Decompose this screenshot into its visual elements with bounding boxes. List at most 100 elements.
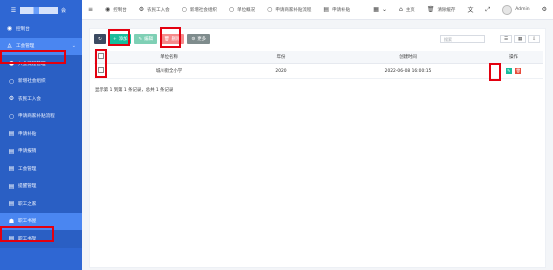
table-toolbar: ↻ + 添加 ✎ 编辑 🗑 删除 ⚙ 更多 [94,34,211,44]
gear-icon: ⚙ [541,6,547,13]
sidebar-item-apply-subsidy[interactable]: ▤ 申请补贴 [0,125,82,143]
edit-button[interactable]: ✎ 编辑 [134,34,157,44]
topbar-tab-migrant-worker[interactable]: ⚙ 农民工入会 [133,6,176,13]
user-menu[interactable]: Admin [496,4,535,15]
sidebar: ☰ 会 ◉ 控制台 ♙ 工会管理 ⌄ ● 入会流程管理 ○ 新增社会组织 ⚙ 农… [0,0,82,270]
fullscreen-button[interactable]: ⤢ [479,6,496,14]
home-icon: ⌂ [399,6,403,13]
topbar-tab-label: 申请商家补贴流程 [275,7,312,13]
export-button[interactable]: ⇩ [528,35,540,43]
sidebar-item-dashboard[interactable]: ◉ 控制台 [0,20,82,38]
topbar-tab-label: 单位概况 [237,7,256,13]
chevron-down-icon: ⌄ [71,43,76,50]
topbar-tab-social-org[interactable]: ○ 新增社会组织 [176,6,223,13]
file-icon: ▤ [8,147,15,155]
pagination-summary: 显示第 1 到第 1 条记录，总共 1 条记录 [95,88,174,93]
menu-icon: ≡ [88,6,94,13]
file-icon: ▤ [8,200,15,208]
circle-icon: ○ [267,6,273,13]
brand-logo[interactable]: ☰ 会 [0,0,82,20]
select-all-cell [94,51,108,64]
columns-button[interactable]: ▦ [514,35,526,43]
topbar-tab-label: 农民工入会 [147,7,170,13]
sidebar-item-workers-bookshelf[interactable]: ▤ 职工书架 [0,230,82,248]
home-label: 主页 [405,7,415,13]
add-button[interactable]: + 添加 [109,34,132,44]
cell-unit-name: 城川街全小学 [108,63,230,79]
sidebar-item-label: 提醒管理 [18,184,37,190]
file-icon: ▤ [8,165,15,173]
topbar-right: ▦ ⌄ ⌂ 主页 🗑 清除缓存 文 ⤢ Admin ⚙ [367,4,553,15]
edit-button-label: 编辑 [144,37,153,42]
main-content: ↻ + 添加 ✎ 编辑 🗑 删除 ⚙ 更多 搜索 ☰ ▦ ⇩ 单位名称 年份 创… [89,28,546,268]
sidebar-item-workers-library[interactable]: ☗ 职工书屋 [0,212,82,230]
column-header-actions: 操作 [484,51,543,64]
sidebar-item-label: 申请商家补贴流程 [18,114,55,120]
topbar-tab-merchant-subsidy[interactable]: ○ 申请商家补贴流程 [261,6,317,13]
sidebar-item-workers-home[interactable]: ▤ 职工之家 [0,195,82,213]
sidebar-item-migrant-worker-join[interactable]: ⚙ 农民工入会 [0,90,82,108]
table-tools: ☰ ▦ ⇩ [500,35,540,43]
brand-logo-mark [20,6,58,14]
circle-icon: ○ [8,77,15,85]
user-group-icon: ♙ [6,42,13,50]
add-button-label: 添加 [118,37,128,42]
file-icon: ▤ [8,235,15,243]
sidebar-item-label: 工会管理 [18,166,37,172]
tabs-dropdown-button[interactable]: ▦ ⌄ [367,6,393,13]
select-all-checkbox[interactable] [98,53,104,59]
topbar-menu-button[interactable]: ≡ [82,6,99,13]
sidebar-item-union-admin[interactable]: ▤ 工会管理 [0,160,82,178]
sidebar-item-apply-reimbursement[interactable]: ▤ 申请报销 [0,142,82,160]
table-row[interactable]: 城川街全小学 2020 2022-06-08 16:00:15 ✎ 🗑 [94,63,543,79]
more-icon: ⚙ [191,36,196,42]
book-icon: ☗ [8,217,15,225]
clear-cache-button[interactable]: 🗑 清除缓存 [421,6,462,13]
trash-icon: 🗑 [426,6,435,13]
file-icon: ▤ [8,182,15,190]
toggle-view-button[interactable]: ☰ [500,35,512,43]
user-icon: ● [8,60,15,68]
sidebar-item-label: 入会流程管理 [18,61,46,67]
sidebar-item-union-management[interactable]: ♙ 工会管理 ⌄ [0,37,82,55]
cell-year: 2020 [230,63,332,79]
circle-icon: ○ [181,6,187,13]
row-delete-button[interactable]: 🗑 [515,68,522,74]
language-icon: 文 [467,7,474,14]
refresh-button[interactable]: ↻ [94,34,106,44]
list-icon: ☰ [503,36,509,42]
gear-icon: ⚙ [8,95,15,103]
trash-icon: 🗑 [163,36,170,42]
search-input[interactable]: 搜索 [440,35,485,43]
column-header-created-time[interactable]: 创建时间 [332,51,484,64]
sidebar-item-reminder[interactable]: ▤ 提醒管理 [0,177,82,195]
column-header-year[interactable]: 年份 [230,51,332,64]
language-button[interactable]: 文 [461,5,479,14]
sidebar-item-label: 控制台 [16,26,30,32]
topbar-tab-subsidy[interactable]: ▤ 申请补贴 [317,6,356,13]
row-checkbox[interactable] [98,67,104,73]
dashboard-icon: ◉ [105,6,111,13]
row-edit-button[interactable]: ✎ [505,68,512,74]
sidebar-item-label: 职工书屋 [18,219,37,225]
export-icon: ⇩ [532,36,536,42]
sidebar-item-merchant-subsidy-flow[interactable]: ○ 申请商家补贴流程 [0,107,82,125]
menu-toggle-icon[interactable]: ☰ [10,7,17,14]
topbar-tab-label: 控制台 [113,7,127,13]
clear-cache-label: 清除缓存 [437,7,456,13]
sidebar-item-membership-flow[interactable]: ● 入会流程管理 [0,55,82,73]
topbar-tab-dashboard[interactable]: ◉ 控制台 [99,6,133,13]
dropdown-icon: ▦ [373,6,379,13]
dashboard-icon: ◉ [6,25,13,33]
cell-actions: ✎ 🗑 [484,63,543,79]
settings-button[interactable]: ⚙ [536,6,553,13]
more-button[interactable]: ⚙ 更多 [187,34,211,44]
topbar-tab-unit-overview[interactable]: ○ 单位概况 [223,6,261,13]
topbar-tab-label: 申请补贴 [332,7,351,13]
column-header-unit-name[interactable]: 单位名称 [108,51,230,64]
delete-button[interactable]: 🗑 删除 [159,34,185,44]
more-button-label: 更多 [197,37,207,42]
home-link[interactable]: ⌂ 主页 [393,6,421,13]
sidebar-item-new-social-org[interactable]: ○ 新增社会组织 [0,72,82,90]
pencil-icon: ✎ [138,36,143,42]
